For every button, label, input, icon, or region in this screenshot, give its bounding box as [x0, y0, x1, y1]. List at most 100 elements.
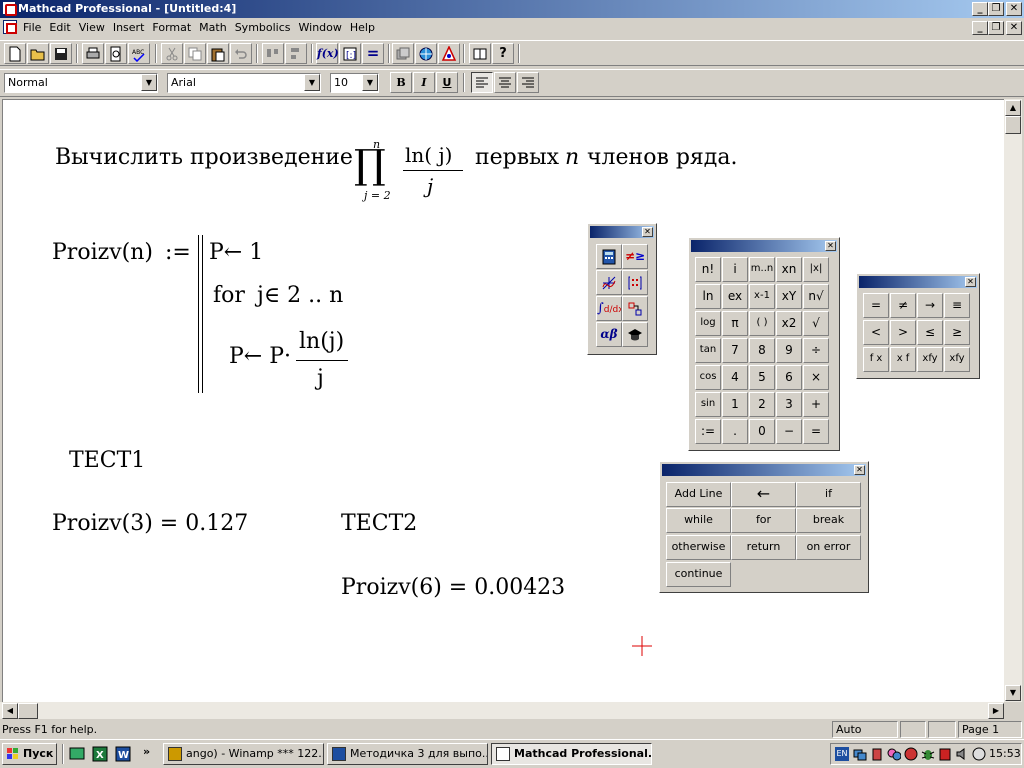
- calc-define-button[interactable]: :=: [695, 419, 721, 444]
- bold-button[interactable]: B: [390, 72, 412, 93]
- language-indicator[interactable]: EN: [835, 747, 849, 761]
- calc-digit-2-button[interactable]: 2: [749, 392, 775, 417]
- calc-digit-6-button[interactable]: 6: [776, 365, 802, 390]
- calc-nth-root-button[interactable]: n√: [803, 284, 829, 309]
- calculus-toolbar-icon[interactable]: ∫d/dx: [596, 296, 622, 321]
- copy-icon[interactable]: [184, 43, 206, 64]
- font-size-select[interactable]: 10 ▼: [330, 73, 379, 93]
- chevron-down-icon[interactable]: ▼: [141, 74, 157, 91]
- scroll-right-icon[interactable]: ▶: [988, 703, 1004, 719]
- less-than-button[interactable]: <: [863, 320, 889, 345]
- undo-icon[interactable]: [230, 43, 252, 64]
- align-center-button[interactable]: [494, 72, 516, 93]
- local-assign-button[interactable]: ←: [731, 482, 796, 507]
- help-icon[interactable]: ?: [492, 43, 514, 64]
- evaluation-toolbar-icon[interactable]: [622, 296, 648, 321]
- calc-parentheses-button[interactable]: ( ): [749, 311, 775, 336]
- calc-square-root-button[interactable]: √: [803, 311, 829, 336]
- menu-format[interactable]: Format: [148, 18, 195, 37]
- menu-symbolics[interactable]: Symbolics: [231, 18, 295, 37]
- calc-divide-button[interactable]: ÷: [803, 338, 829, 363]
- bug-icon[interactable]: [921, 747, 935, 761]
- scroll-thumb[interactable]: [1005, 116, 1021, 134]
- calc-tan-button[interactable]: tan: [695, 338, 721, 363]
- calc-cos-button[interactable]: cos: [695, 365, 721, 390]
- scroll-up-icon[interactable]: ▲: [1005, 100, 1021, 116]
- doc-close-button[interactable]: ✕: [1006, 21, 1022, 35]
- insert-component-icon[interactable]: [392, 43, 414, 64]
- calc-evaluate-button[interactable]: =: [803, 419, 829, 444]
- palette-close-icon[interactable]: ✕: [642, 227, 653, 237]
- calc-factorial-button[interactable]: n!: [695, 257, 721, 282]
- mathcad-app-icon[interactable]: [2, 1, 17, 16]
- calculator-toolbar-icon[interactable]: [596, 244, 622, 269]
- minimize-button[interactable]: _: [972, 2, 988, 16]
- scroll-left-icon[interactable]: ◀: [2, 703, 18, 719]
- paste-icon[interactable]: [207, 43, 229, 64]
- chevron-down-icon[interactable]: ▼: [362, 74, 378, 91]
- cut-icon[interactable]: [161, 43, 183, 64]
- doc-minimize-button[interactable]: _: [972, 21, 988, 35]
- greek-toolbar-icon[interactable]: αβ: [596, 322, 622, 347]
- menu-insert[interactable]: Insert: [109, 18, 149, 37]
- calc-pi-button[interactable]: π: [722, 311, 748, 336]
- calc-square-button[interactable]: x2: [776, 311, 802, 336]
- not-equal-button[interactable]: ≠: [890, 293, 916, 318]
- calc-digit-9-button[interactable]: 9: [776, 338, 802, 363]
- battery-icon[interactable]: [870, 747, 884, 761]
- speaker-icon[interactable]: [955, 747, 969, 761]
- matrix-toolbar-icon[interactable]: [622, 270, 648, 295]
- save-icon[interactable]: [50, 43, 72, 64]
- chevron-down-icon[interactable]: ▼: [304, 74, 320, 91]
- more-quicklaunch-icon[interactable]: »: [143, 745, 150, 758]
- align-left-button[interactable]: [471, 72, 493, 93]
- calc-log-button[interactable]: log: [695, 311, 721, 336]
- symbolic-toolbar-icon[interactable]: [622, 322, 648, 347]
- resource-center-icon[interactable]: [438, 43, 460, 64]
- worksheet[interactable]: Вычислить произведение n ∏ j = 2 ln( j) …: [2, 99, 1004, 702]
- show-desktop-icon[interactable]: [69, 746, 85, 762]
- calc-exponential-button[interactable]: ex: [722, 284, 748, 309]
- align-right-button[interactable]: [517, 72, 539, 93]
- print-icon[interactable]: [82, 43, 104, 64]
- calc-sin-button[interactable]: sin: [695, 392, 721, 417]
- calc-digit-4-button[interactable]: 4: [722, 365, 748, 390]
- calculate-icon[interactable]: =: [362, 43, 384, 64]
- continue-button[interactable]: continue: [666, 562, 731, 587]
- open-icon[interactable]: [27, 43, 49, 64]
- calc-power-button[interactable]: xY: [776, 284, 802, 309]
- boolean-toolbar-icon[interactable]: ≠≥: [622, 244, 648, 269]
- insert-function-icon[interactable]: f(x): [316, 43, 339, 64]
- align-top-icon[interactable]: [262, 43, 284, 64]
- calc-imaginary-unit-button[interactable]: i: [722, 257, 748, 282]
- graph-toolbar-icon[interactable]: [596, 270, 622, 295]
- menu-file[interactable]: File: [19, 18, 45, 37]
- greater-than-button[interactable]: >: [890, 320, 916, 345]
- palette-close-icon[interactable]: ✕: [854, 465, 865, 475]
- calc-inverse-button[interactable]: x-1: [749, 284, 775, 309]
- calc-subscript-button[interactable]: xn: [776, 257, 802, 282]
- calc-ln-button[interactable]: ln: [695, 284, 721, 309]
- calc-plus-button[interactable]: +: [803, 392, 829, 417]
- calc-multiply-button[interactable]: ×: [803, 365, 829, 390]
- puzzle-icon[interactable]: [887, 747, 901, 761]
- vertical-scrollbar[interactable]: ▲ ▼: [1004, 99, 1022, 703]
- global-define-button[interactable]: ≡: [944, 293, 970, 318]
- palette-close-icon[interactable]: ✕: [825, 241, 836, 251]
- doc-restore-button[interactable]: ❐: [988, 21, 1004, 35]
- calc-digit-1-button[interactable]: 1: [722, 392, 748, 417]
- calc-range-variable-button[interactable]: m..n: [749, 257, 775, 282]
- symbolic-evaluate-button[interactable]: →: [917, 293, 943, 318]
- for-button[interactable]: for: [731, 508, 796, 533]
- menu-window[interactable]: Window: [295, 18, 346, 37]
- monitor-icon[interactable]: [972, 747, 986, 761]
- calc-digit-0-button[interactable]: 0: [749, 419, 775, 444]
- hscroll-thumb[interactable]: [18, 703, 38, 719]
- bool-equal-button[interactable]: =: [863, 293, 889, 318]
- spell-check-icon[interactable]: ABC: [128, 43, 150, 64]
- prefix-operator-button[interactable]: f x: [863, 347, 889, 372]
- menu-view[interactable]: View: [75, 18, 109, 37]
- insert-unit-icon[interactable]: [:]: [339, 43, 361, 64]
- palette-close-icon[interactable]: ✕: [965, 277, 976, 287]
- align-left-icon[interactable]: [285, 43, 307, 64]
